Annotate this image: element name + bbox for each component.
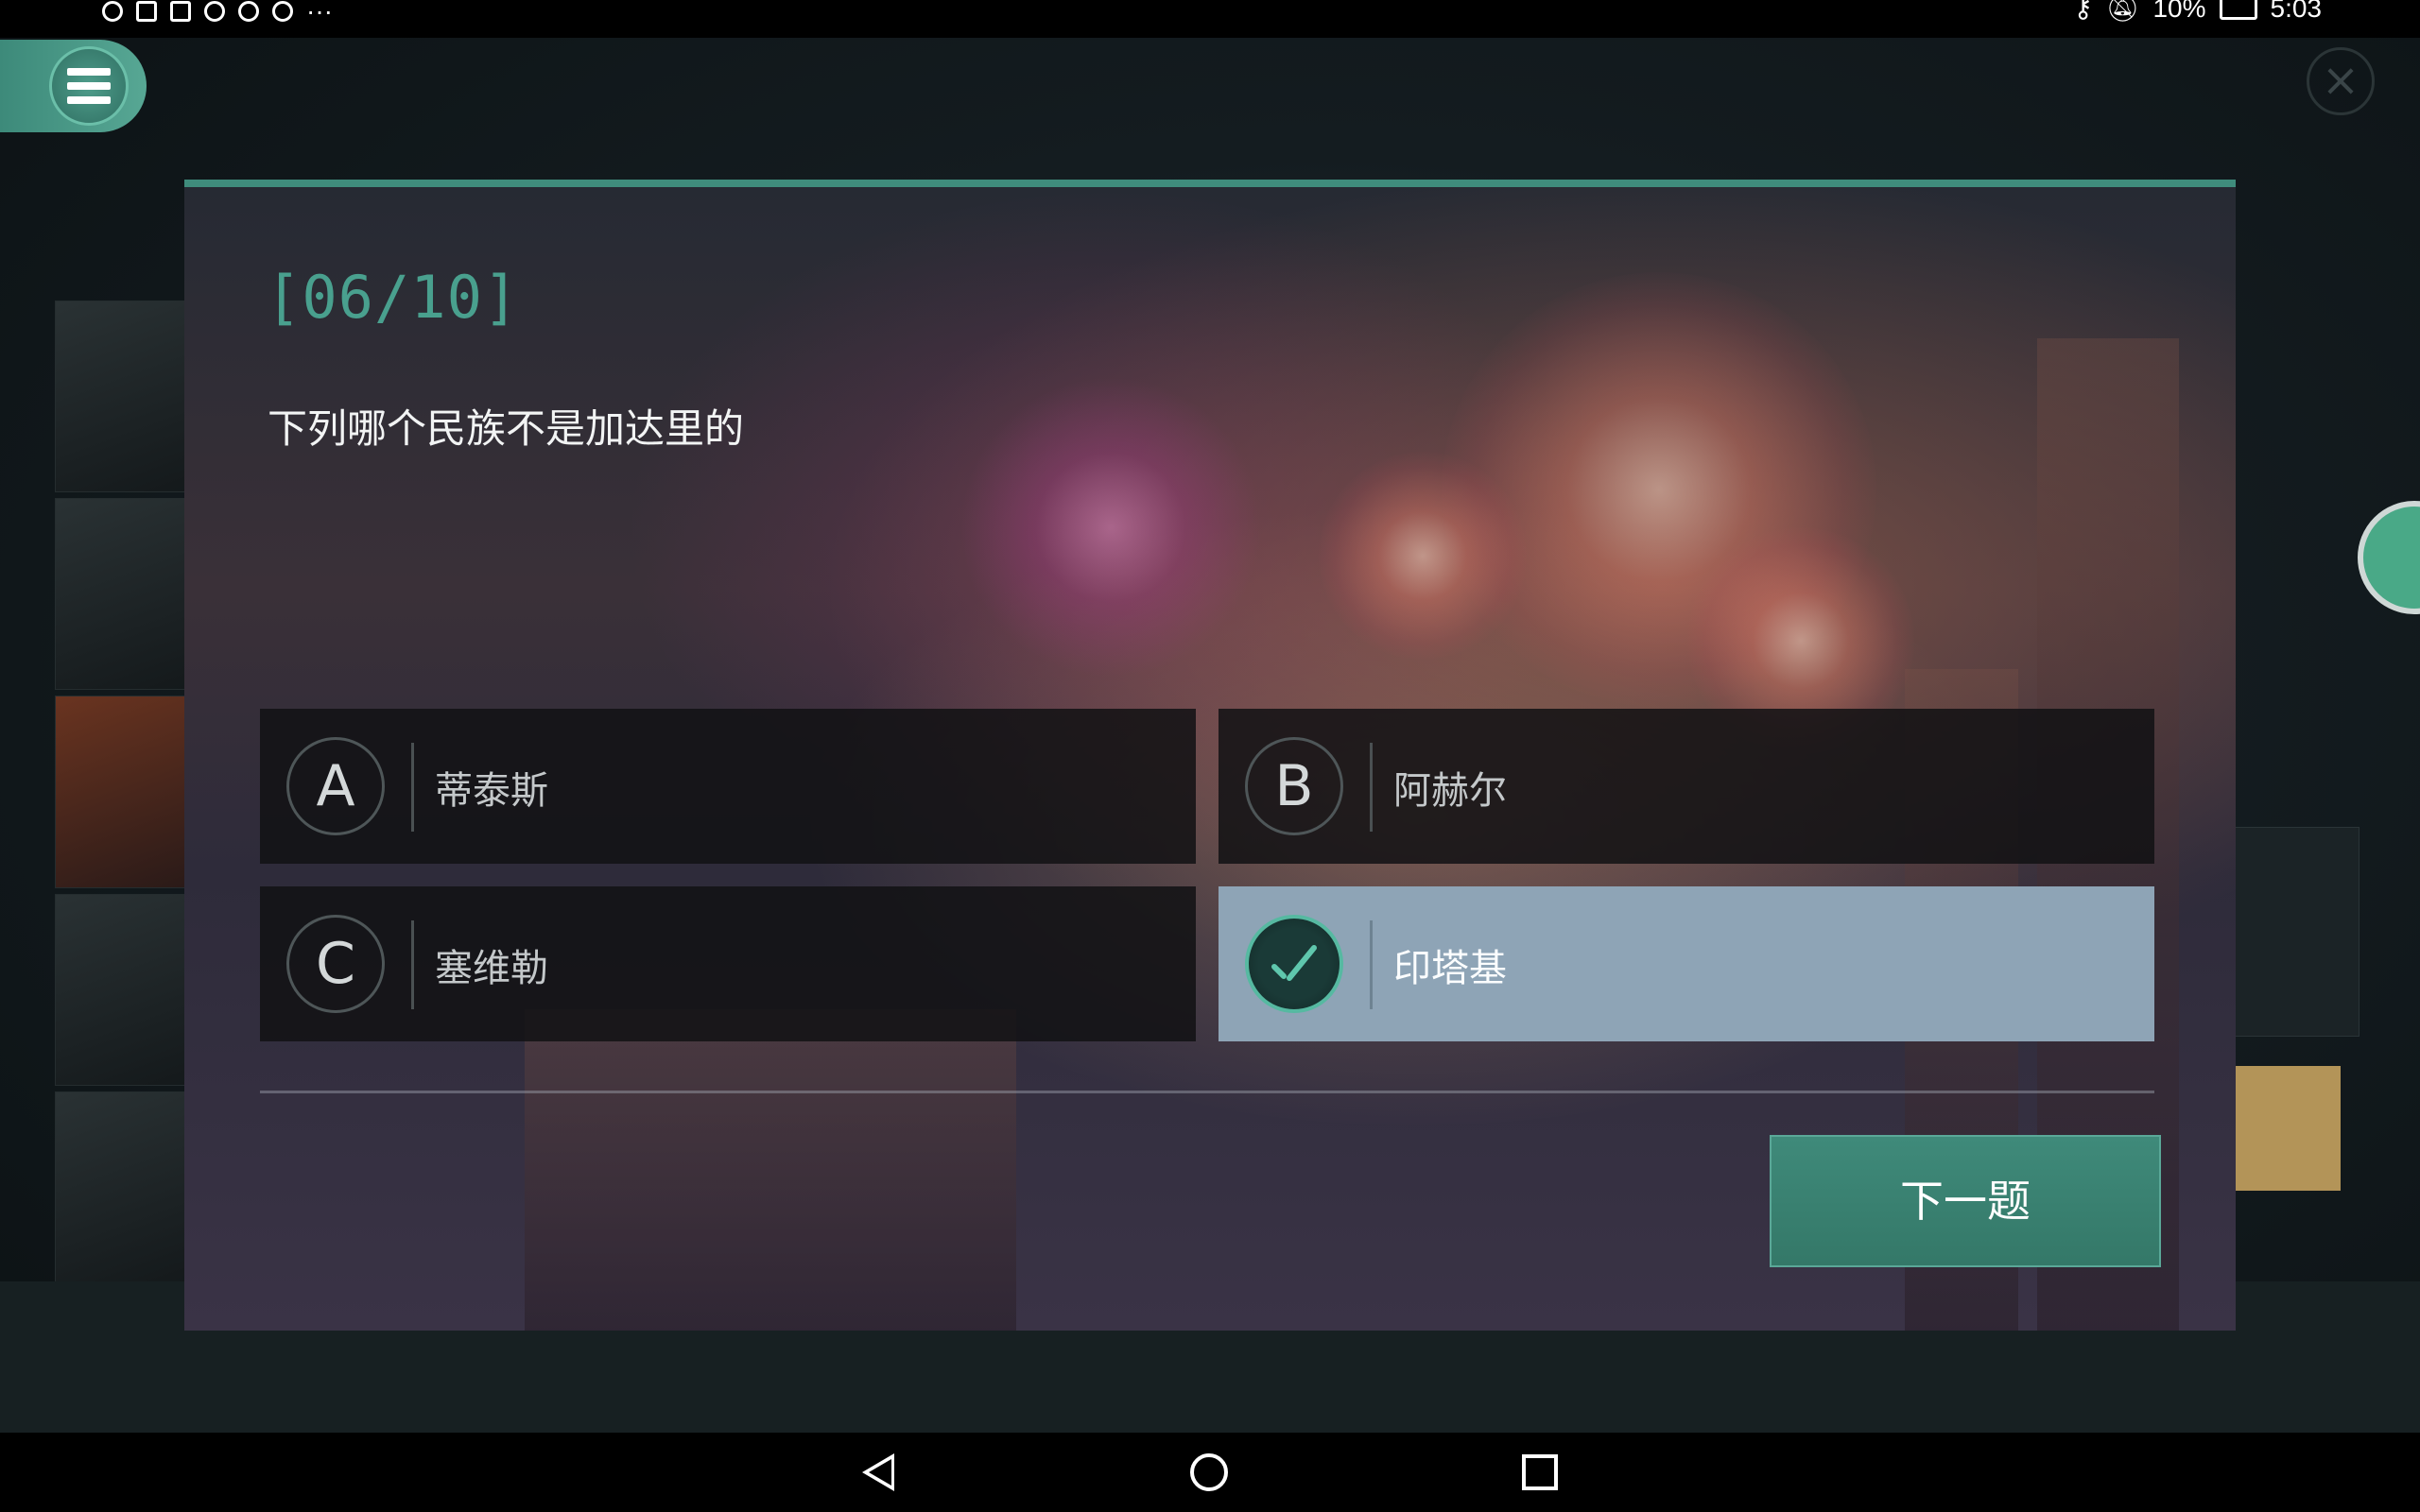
option-d-selected[interactable]: 印塔基 <box>1219 886 2154 1041</box>
answer-options: A 蒂泰斯 B 阿赫尔 C 塞维勒 印塔基 <box>260 709 2154 1043</box>
wifi-icon <box>102 1 123 22</box>
option-label: 阿赫尔 <box>1393 769 1507 813</box>
next-question-button[interactable]: 下一题 <box>1770 1135 2161 1267</box>
alert-icon <box>238 1 259 22</box>
hamburger-icon <box>49 46 129 126</box>
option-label: 印塔基 <box>1393 947 1507 990</box>
question-text: 下列哪个民族不是加达里的 <box>268 405 745 452</box>
option-a[interactable]: A 蒂泰斯 <box>260 709 1196 864</box>
notification-icons: ··· <box>102 0 333 26</box>
more-notifications-icon: ··· <box>306 0 333 26</box>
background-thumbnail <box>55 498 187 691</box>
option-divider <box>411 743 414 832</box>
background-close-icon: × <box>2307 47 2375 115</box>
back-icon[interactable] <box>862 1453 894 1491</box>
alert-icon <box>204 1 225 22</box>
clock: 5:03 <box>2270 0 2323 23</box>
background-thumbnail <box>55 696 187 888</box>
status-bar: ··· ⚷ 🔕︎ 10% 5:03 <box>0 0 2420 38</box>
battery-icon <box>2219 0 2257 20</box>
firework-burst <box>959 376 1262 679</box>
option-letter: C <box>286 915 385 1013</box>
checkmark-icon <box>1245 915 1343 1013</box>
option-divider <box>1370 920 1373 1009</box>
battery-percent: 10% <box>2152 0 2206 23</box>
option-letter: B <box>1245 737 1343 835</box>
option-divider <box>411 920 414 1009</box>
background-thumbnail <box>55 301 187 493</box>
main-menu-button[interactable] <box>0 40 147 132</box>
app-notification-icon <box>136 1 157 22</box>
checkmark-icon-glyph <box>1271 945 1317 981</box>
option-label: 蒂泰斯 <box>435 769 548 813</box>
question-progress: [06/10] <box>266 263 520 332</box>
mute-icon: 🔕︎ <box>2105 0 2140 23</box>
option-label: 塞维勒 <box>435 947 548 990</box>
system-status: ⚷ 🔕︎ 10% 5:03 <box>2073 0 2322 24</box>
background-side-panel <box>2235 827 2360 1037</box>
option-c[interactable]: C 塞维勒 <box>260 886 1196 1041</box>
key-icon: ⚷ <box>2073 0 2093 23</box>
chat-icon <box>2358 501 2420 614</box>
recent-apps-icon[interactable] <box>1522 1454 1558 1490</box>
option-b[interactable]: B 阿赫尔 <box>1219 709 2154 864</box>
quiz-dialog: × [06/10] 下列哪个民族不是加达里的 A 蒂泰斯 B 阿赫尔 C 塞维勒 <box>184 180 2236 1331</box>
background-thumbnail-list <box>55 301 187 1284</box>
warning-notification-icon <box>170 1 191 22</box>
background-thumbnail <box>55 1091 187 1284</box>
background-building <box>525 1009 1016 1331</box>
home-icon[interactable] <box>1190 1453 1228 1491</box>
game-screen: ··· ⚷ 🔕︎ 10% 5:03 × [06/10] 下列哪个民族不是加达里的… <box>0 0 2420 1512</box>
divider-line <box>260 1091 2154 1093</box>
option-letter: A <box>286 737 385 835</box>
firework-burst <box>1319 452 1527 660</box>
alert-icon <box>272 1 293 22</box>
background-thumbnail <box>55 893 187 1086</box>
option-divider <box>1370 743 1373 832</box>
background-gold-button <box>2235 1066 2341 1191</box>
